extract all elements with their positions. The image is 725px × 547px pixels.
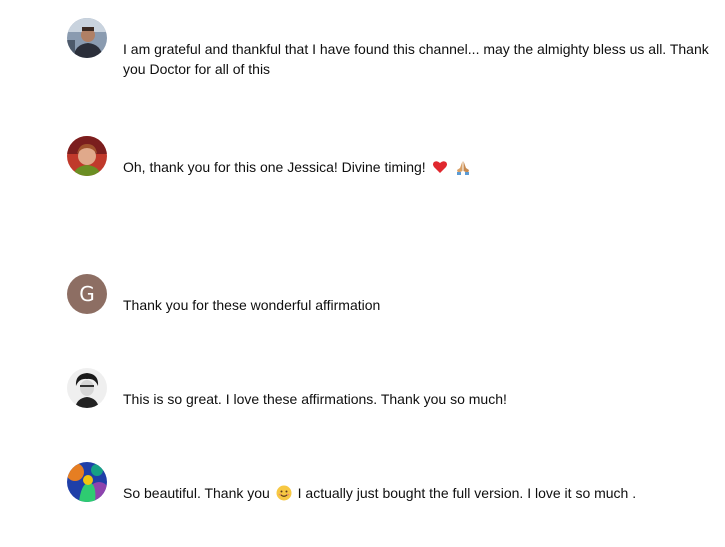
commenter-avatar[interactable] bbox=[67, 136, 107, 176]
comment-text: Oh, thank you for this one Jessica! Divi… bbox=[123, 157, 723, 180]
avatar-letter: G bbox=[79, 282, 95, 306]
commenter-avatar[interactable] bbox=[67, 18, 107, 58]
user-photo-icon bbox=[67, 368, 107, 408]
commenter-avatar[interactable] bbox=[67, 368, 107, 408]
red-heart-emoji-icon bbox=[432, 159, 448, 180]
folded-hands-emoji-icon bbox=[455, 159, 471, 180]
user-photo-icon bbox=[67, 18, 107, 58]
commenter-avatar[interactable] bbox=[67, 462, 107, 502]
comment-text: Thank you for these wonderful affirmatio… bbox=[123, 297, 381, 313]
smiling-face-emoji-icon bbox=[276, 485, 292, 506]
comment-text: I am grateful and thankful that I have f… bbox=[123, 41, 709, 77]
user-photo-icon bbox=[67, 462, 107, 502]
comment-text: This is so great. I love these affirmati… bbox=[123, 391, 507, 407]
user-photo-icon bbox=[67, 136, 107, 176]
commenter-avatar[interactable]: G bbox=[67, 274, 107, 314]
comment-text-after: I actually just bought the full version.… bbox=[297, 485, 637, 501]
comment-text-body: Oh, thank you for this one Jessica! Divi… bbox=[123, 159, 426, 175]
comment-text-before: So beautiful. Thank you bbox=[123, 485, 270, 501]
comment-text: So beautiful. Thank you I actually just … bbox=[123, 483, 723, 506]
